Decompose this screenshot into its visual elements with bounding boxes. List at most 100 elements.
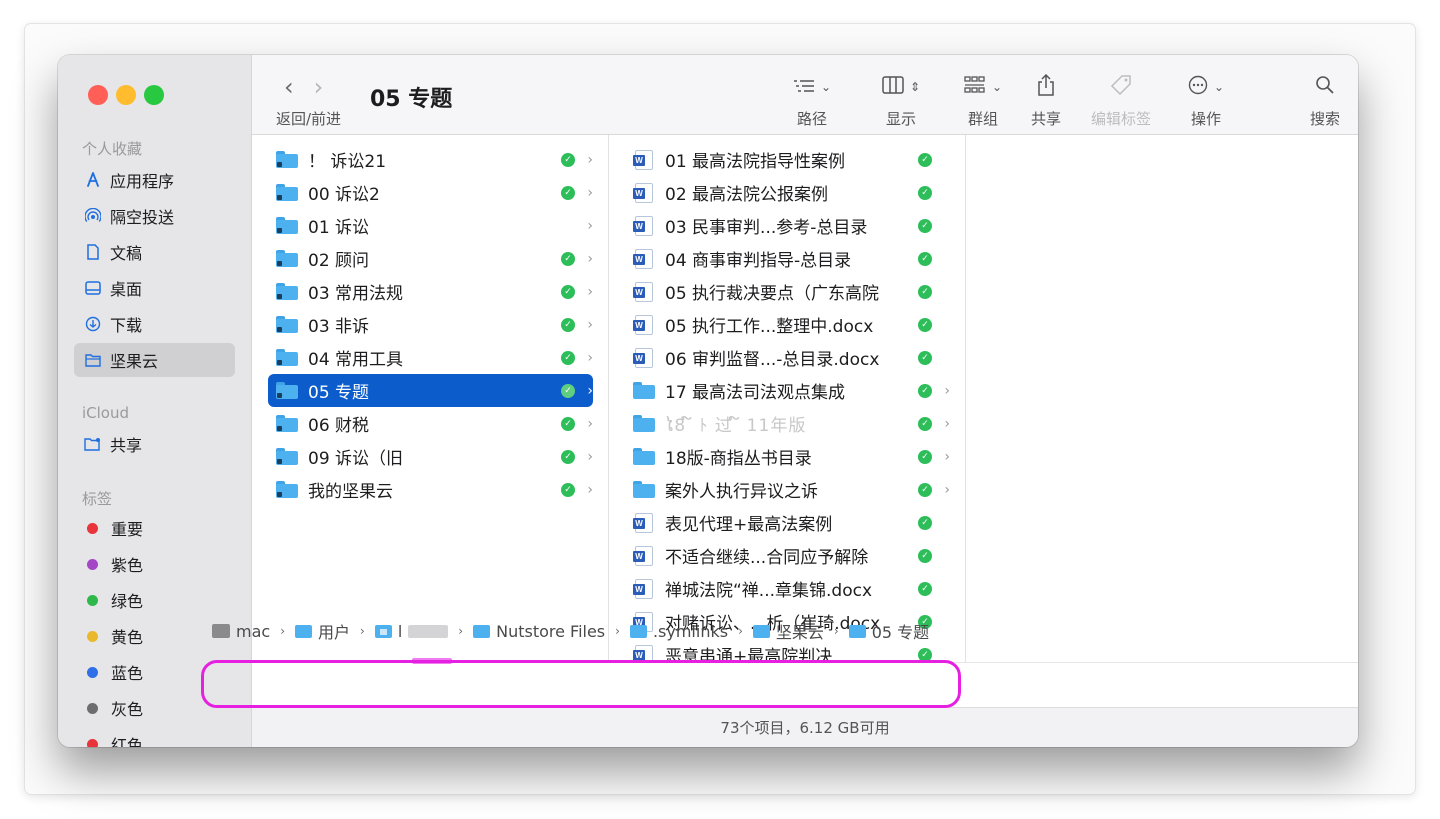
folder-name: 03 常用法规 xyxy=(308,284,404,304)
file-name: 01 最高法院指导性案例 xyxy=(665,152,846,172)
updown-chevron-icon: ⇕ xyxy=(909,80,921,94)
folder-row[interactable]: 02 顾问 ✓ › xyxy=(268,242,593,275)
path-bar-highlight xyxy=(201,660,961,708)
folder-icon xyxy=(276,448,298,465)
chevron-right-icon: › xyxy=(944,481,950,498)
toolbar-button-label: 共享 xyxy=(1030,110,1061,128)
synced-check-icon: ✓ xyxy=(561,284,575,299)
path-item-jianguoyun[interactable]: 坚果云 xyxy=(752,619,824,643)
folder-icon xyxy=(295,624,312,638)
search-button[interactable]: 搜索 xyxy=(1290,73,1358,129)
edit-tags-button[interactable]: 编辑标签 xyxy=(1076,73,1166,129)
file-name: 03 民事审判...参考-总目录 xyxy=(665,218,868,238)
path-item-home[interactable]: l xyxy=(374,622,449,641)
file-row[interactable]: W 02 最高法院公报案例 ✓ xyxy=(625,176,950,209)
synced-check-icon: ✓ xyxy=(918,251,932,266)
file-name: 不适合继续...合同应予解除 xyxy=(665,548,869,568)
file-row[interactable]: W 禅城法院“禅...章集锦.docx ✓ xyxy=(625,572,950,605)
sidebar-item-jianguoyun[interactable]: 坚果云 xyxy=(74,343,235,377)
word-document-icon: W xyxy=(633,182,653,203)
close-window-button[interactable] xyxy=(88,85,108,105)
folder-row[interactable]: 18版-商指丛书目录 ✓ › xyxy=(625,440,950,473)
sidebar-item-applications[interactable]: 应用程序 xyxy=(74,163,235,197)
folder-row[interactable]: 我的坚果云 ✓ › xyxy=(268,473,593,506)
chevron-right-icon: › xyxy=(587,217,593,234)
share-icon xyxy=(1037,73,1055,101)
sidebar-item-airdrop[interactable]: 隔空投送 xyxy=(74,199,235,233)
folder-row[interactable]: 17 最高法司法观点集成 ✓ › xyxy=(625,374,950,407)
path-item-05-topic[interactable]: 05 专题 xyxy=(848,619,929,643)
file-row[interactable]: W 01 最高法院指导性案例 ✓ xyxy=(625,143,950,176)
column-2: W 01 最高法院指导性案例 ✓ W 02 最高法院公报案例 ✓ W 03 民事审判...参考… xyxy=(609,135,966,662)
sidebar-tag-red[interactable]: 红色 xyxy=(74,727,235,747)
chevron-right-icon: › xyxy=(587,382,593,399)
group-button[interactable]: ⌄ 群组 xyxy=(948,73,1018,129)
share-button[interactable]: 共享 xyxy=(1011,73,1081,129)
path-item-mac[interactable]: mac xyxy=(212,622,270,641)
path-item-users[interactable]: 用户 xyxy=(295,619,350,643)
tag-color-dot xyxy=(87,522,98,534)
folder-row[interactable]: 09 诉讼（旧 ✓ › xyxy=(268,440,593,473)
back-button[interactable]: ‹ xyxy=(284,75,294,99)
home-folder-icon xyxy=(374,624,392,638)
folder-row[interactable]: ໄ8 ໌ ﾄ 过 ໌ 11年版 ✓ › xyxy=(625,407,950,440)
status-text: 73个项目，6.12 GB可用 xyxy=(720,719,890,737)
path-item-label: 坚果云 xyxy=(775,623,824,642)
sidebar-tag-purple[interactable]: 紫色 xyxy=(74,547,235,581)
path-item-symlinks[interactable]: .symlinks xyxy=(629,622,728,641)
folder-row[interactable]: 06 财税 ✓ › xyxy=(268,407,593,440)
folder-icon xyxy=(276,481,298,498)
file-name: 05 执行工作...整理中.docx xyxy=(665,317,874,337)
sidebar-item-shared[interactable]: 共享 xyxy=(74,427,235,461)
sidebar-tag-green[interactable]: 绿色 xyxy=(74,583,235,617)
sidebar-item-downloads[interactable]: 下载 xyxy=(74,307,235,341)
folder-name: 02 顾问 xyxy=(308,251,370,271)
sidebar-tag-yellow[interactable]: 黄色 xyxy=(74,619,235,653)
file-name: 05 执行裁决要点（广东高院 xyxy=(665,284,880,304)
word-document-icon: W xyxy=(633,281,653,302)
zoom-window-button[interactable] xyxy=(144,85,164,105)
folder-icon xyxy=(752,624,770,638)
sidebar-item-label: 坚果云 xyxy=(110,352,159,371)
folder-row[interactable]: 03 非诉 ✓ › xyxy=(268,308,593,341)
forward-button[interactable]: › xyxy=(314,75,324,99)
sidebar-item-label: 共享 xyxy=(110,436,143,455)
window-title: 05 专题 xyxy=(370,87,453,112)
path-item-nutstore-files[interactable]: Nutstore Files xyxy=(473,622,605,641)
path-view-button[interactable]: ⌄ 路径 xyxy=(777,73,847,129)
synced-check-icon: ✓ xyxy=(918,416,932,431)
folder-row[interactable]: 案外人执行异议之诉 ✓ › xyxy=(625,473,950,506)
sidebar-item-documents[interactable]: 文稿 xyxy=(74,235,235,269)
folder-row[interactable]: 00 诉讼2 ✓ › xyxy=(268,176,593,209)
download-icon xyxy=(84,315,102,333)
file-row[interactable]: W 05 执行裁决要点（广东高院 ✓ xyxy=(625,275,950,308)
tag-color-dot xyxy=(87,738,98,747)
file-row[interactable]: W 05 执行工作...整理中.docx ✓ xyxy=(625,308,950,341)
folder-row[interactable]: ！ 诉讼21 ✓ › xyxy=(268,143,593,176)
sidebar-tag-red-important[interactable]: 重要 xyxy=(74,511,235,545)
folder-row[interactable]: 03 常用法规 ✓ › xyxy=(268,275,593,308)
file-row[interactable]: W 表见代理+最高法案例 ✓ xyxy=(625,506,950,539)
folder-row[interactable]: 05 专题 ✓ › xyxy=(268,374,593,407)
obscured-username xyxy=(408,624,449,638)
synced-check-icon: ✓ xyxy=(561,416,575,431)
folder-row[interactable]: 04 常用工具 ✓ › xyxy=(268,341,593,374)
file-row[interactable]: W 06 审判监督...-总目录.docx ✓ xyxy=(625,341,950,374)
synced-check-icon: ✓ xyxy=(918,317,932,332)
shared-folder-icon xyxy=(84,435,102,453)
folder-row[interactable]: 01 诉讼 › xyxy=(268,209,593,242)
tag-color-dot xyxy=(87,666,98,678)
synced-check-icon: ✓ xyxy=(561,482,575,497)
disk-icon xyxy=(212,624,230,638)
word-document-icon: W xyxy=(633,347,653,368)
sidebar-item-label: 应用程序 xyxy=(110,172,175,191)
action-button[interactable]: ⌄ 操作 xyxy=(1171,73,1241,129)
file-row[interactable]: W 不适合继续...合同应予解除 ✓ xyxy=(625,539,950,572)
chevron-right-icon: › xyxy=(944,448,950,465)
sidebar-item-desktop[interactable]: 桌面 xyxy=(74,271,235,305)
display-view-button[interactable]: ⇕ 显示 xyxy=(866,73,936,129)
file-row[interactable]: W 03 民事审判...参考-总目录 ✓ xyxy=(625,209,950,242)
minimize-window-button[interactable] xyxy=(116,85,136,105)
file-row[interactable]: W 04 商事审判指导-总目录 ✓ xyxy=(625,242,950,275)
folder-name: 06 财税 xyxy=(308,416,370,436)
